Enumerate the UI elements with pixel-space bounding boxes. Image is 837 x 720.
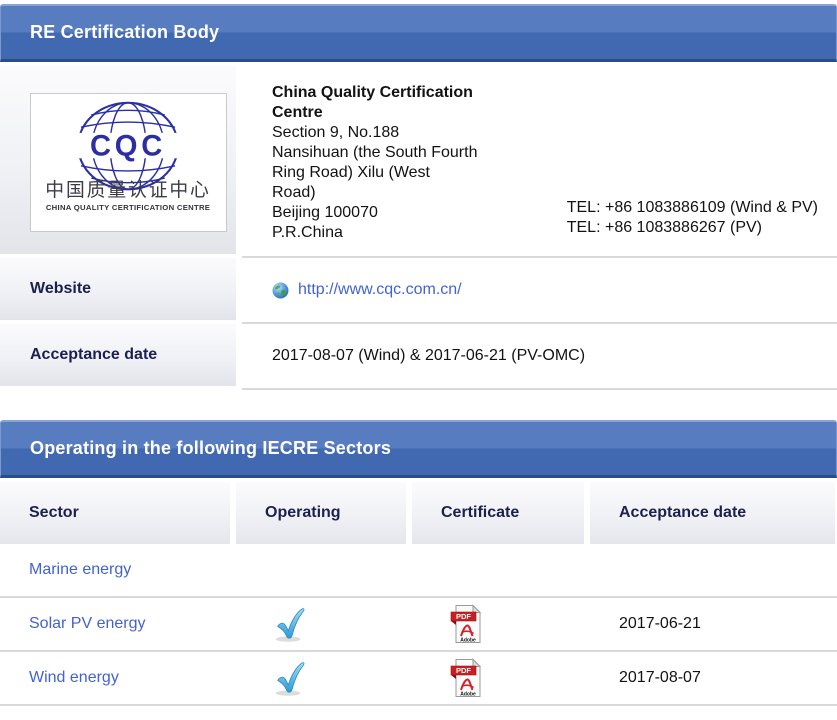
column-header-sector: Sector (0, 482, 230, 544)
sector-cell: Solar PV energy (0, 598, 230, 650)
cqc-english-name: CHINA QUALITY CERTIFICATION CENTRE (46, 203, 210, 212)
website-label: Website (0, 258, 236, 320)
website-link[interactable]: http://www.cqc.com.cn/ (298, 281, 462, 299)
sector-link[interactable]: Wind energy (29, 669, 119, 687)
sector-cell: Marine energy (0, 544, 230, 596)
section1-header: RE Certification Body (0, 4, 837, 62)
acceptance-value: 2017-08-07 (Wind) & 2017-06-21 (PV-OMC) (272, 347, 585, 365)
acceptance-row: Acceptance date 2017-08-07 (Wind) & 2017… (0, 324, 837, 390)
operating-check-icon (273, 606, 305, 643)
sector-table: Sector Operating Certificate Acceptance … (0, 482, 837, 706)
tel-line: TEL: +86 1083886267 (PV) (567, 218, 818, 238)
operating-cell (236, 652, 406, 704)
sector-link[interactable]: Marine energy (29, 561, 131, 579)
operating-check-icon (273, 660, 305, 697)
certificate-pdf-icon[interactable]: PDF Adobe (449, 604, 483, 644)
org-name-line: Centre (272, 103, 837, 123)
acceptance-date-cell-wrap: 2017-06-21 (590, 598, 835, 650)
svg-text:Adobe: Adobe (460, 638, 476, 644)
column-header-certificate: Certificate (412, 482, 584, 544)
org-name: China Quality CertificationCentre (272, 83, 837, 123)
certificate-pdf-icon[interactable]: PDF Adobe (449, 658, 483, 698)
sector-cell: Wind energy (0, 652, 230, 704)
sector-table-head: Sector Operating Certificate Acceptance … (0, 482, 837, 544)
org-name-line: China Quality Certification (272, 83, 837, 103)
section2-title: Operating in the following IECRE Sectors (30, 438, 391, 459)
operating-cell (236, 598, 406, 650)
page: RE Certification Body CQC 中国质量认证 (0, 0, 837, 706)
cqc-chinese-name: 中国质量认证中心 (45, 179, 210, 200)
acceptance-label: Acceptance date (0, 324, 236, 386)
globe-icon (272, 282, 289, 299)
addr-line: Nansihuan (the South Fourth (272, 143, 837, 163)
sector-row: Solar PV energy (0, 598, 837, 652)
column-header-acceptance-date: Acceptance date (590, 482, 835, 544)
acceptance-date-cell: 2017-06-21 (619, 615, 701, 633)
section1-title: RE Certification Body (30, 22, 219, 43)
certificate-cell: PDF Adobe (412, 598, 584, 650)
website-row: Website (0, 258, 837, 324)
logo-cell: CQC 中国质量认证中心 CHINA QUALITY CERTIFICATION… (0, 66, 236, 254)
sector-table-body: Marine energy Solar PV energy (0, 544, 837, 706)
addr-line: Section 9, No.188 (272, 123, 837, 143)
tel-line: TEL: +86 1083886109 (Wind & PV) (567, 198, 818, 218)
acceptance-date-cell: 2017-08-07 (619, 669, 701, 687)
column-header-operating: Operating (236, 482, 406, 544)
cqc-logo-graphic: CQC 中国质量认证中心 CHINA QUALITY CERTIFICATION… (36, 99, 221, 226)
svg-text:PDF: PDF (456, 666, 471, 675)
website-value-cell: http://www.cqc.com.cn/ (242, 258, 837, 324)
addr-line: Ring Road) Xilu (West (272, 163, 837, 183)
cqc-logo: CQC 中国质量认证中心 CHINA QUALITY CERTIFICATION… (30, 93, 227, 232)
cqc-monogram: CQC (90, 130, 166, 162)
sector-row: Wind energy (0, 652, 837, 706)
acceptance-date-cell-wrap (590, 544, 835, 596)
certification-body-table: CQC 中国质量认证中心 CHINA QUALITY CERTIFICATION… (0, 66, 837, 390)
sector-link[interactable]: Solar PV energy (29, 615, 146, 633)
org-phones: TEL: +86 1083886109 (Wind & PV)TEL: +86 … (567, 198, 818, 238)
acceptance-value-cell: 2017-08-07 (Wind) & 2017-06-21 (PV-OMC) (242, 324, 837, 390)
operating-cell (236, 544, 406, 596)
certificate-cell: PDF Adobe (412, 652, 584, 704)
certificate-cell (412, 544, 584, 596)
svg-text:PDF: PDF (456, 612, 471, 621)
svg-text:Adobe: Adobe (460, 692, 476, 698)
acceptance-date-cell-wrap: 2017-08-07 (590, 652, 835, 704)
sector-row: Marine energy (0, 544, 837, 598)
org-row: CQC 中国质量认证中心 CHINA QUALITY CERTIFICATION… (0, 66, 837, 258)
section2-header: Operating in the following IECRE Sectors (0, 420, 837, 478)
org-details-cell: China Quality CertificationCentre Sectio… (242, 66, 837, 258)
